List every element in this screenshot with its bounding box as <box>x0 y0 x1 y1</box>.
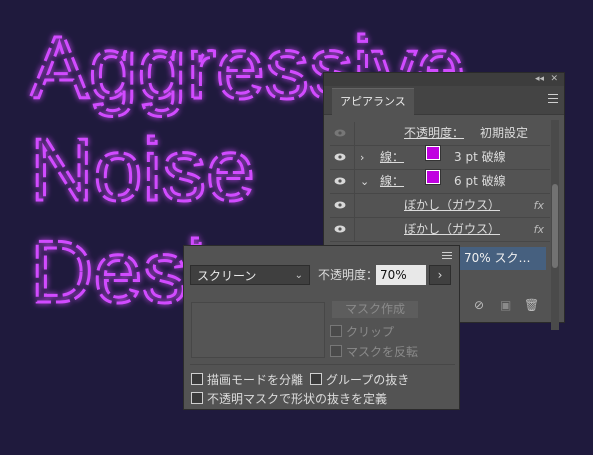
appearance-row-blur-1[interactable]: ぼかし（ガウス） fx <box>330 194 550 218</box>
stroke-color-swatch[interactable] <box>426 146 440 160</box>
delete-item-icon[interactable]: 🗑 <box>524 296 539 314</box>
visibility-eye-icon[interactable] <box>334 129 346 137</box>
divider <box>190 364 455 365</box>
close-icon[interactable]: ✕ <box>550 73 558 86</box>
row-value: 初期設定 <box>480 126 529 140</box>
panel-menu-icon[interactable] <box>548 94 558 106</box>
stroke-color-swatch[interactable] <box>426 170 440 184</box>
flyout-menu-icon[interactable] <box>442 252 452 261</box>
panel-tab-row: アピアランス <box>324 86 564 115</box>
row-label[interactable]: 線： <box>380 146 404 169</box>
artwork-line-3: Desi <box>30 222 206 321</box>
row-effect-label[interactable]: ぼかし（ガウス） <box>404 194 500 217</box>
make-mask-button[interactable]: マスク作成 <box>332 301 418 318</box>
blend-mode-select[interactable]: スクリーン ⌄ <box>190 265 310 285</box>
appearance-footer: ⊘ ▣ 🗑 <box>460 296 560 314</box>
expand-chevron-icon[interactable]: › <box>360 146 364 169</box>
appearance-row-stroke-6pt[interactable]: ⌄ 線： 6 pt 破線 <box>330 170 550 194</box>
appearance-row-blur-2[interactable]: ぼかし（ガウス） fx <box>330 218 550 242</box>
opacity-input[interactable]: 70% <box>376 265 426 285</box>
collapse-icon[interactable]: ◂◂ <box>535 73 544 86</box>
collapse-chevron-icon[interactable]: ⌄ <box>360 170 369 193</box>
panel-titlebar[interactable]: ◂◂ ✕ <box>324 73 564 86</box>
transparency-flyout: スクリーン ⌄ 不透明度： 70% › マスク作成 クリップ マスクを反転 描画… <box>183 245 460 410</box>
appearance-row-opacity-selected[interactable]: 70% スク… <box>460 247 546 270</box>
row-value[interactable]: 3 pt 破線 <box>454 146 506 169</box>
appearance-row-stroke-3pt[interactable]: › 線： 3 pt 破線 <box>330 146 550 170</box>
object-thumbnail <box>191 302 325 358</box>
row-label[interactable]: 不透明度： <box>404 122 464 145</box>
visibility-eye-icon[interactable] <box>334 201 346 209</box>
artwork-line-2: Noise <box>30 120 255 219</box>
fx-icon[interactable]: fx <box>534 218 544 241</box>
duplicate-item-icon[interactable]: ▣ <box>500 296 511 314</box>
tab-appearance[interactable]: アピアランス <box>332 88 414 115</box>
fx-icon[interactable]: fx <box>534 194 544 217</box>
visibility-eye-icon[interactable] <box>334 177 346 185</box>
chevron-down-icon: ⌄ <box>294 270 303 281</box>
row-effect-label[interactable]: ぼかし（ガウス） <box>404 218 500 241</box>
invert-mask-checkbox[interactable]: マスクを反転 <box>330 345 418 359</box>
opacity-mask-knockout-checkbox[interactable]: 不透明マスクで形状の抜きを定義 <box>191 392 387 406</box>
row-value[interactable]: 6 pt 破線 <box>454 170 506 193</box>
isolate-blending-checkbox[interactable]: 描画モードを分離 <box>191 373 303 387</box>
row-label[interactable]: 線： <box>380 170 404 193</box>
knockout-group-checkbox[interactable]: グループの抜き <box>310 373 409 387</box>
opacity-label: 不透明度： <box>318 268 379 282</box>
clear-appearance-icon[interactable]: ⊘ <box>474 296 484 314</box>
visibility-eye-icon[interactable] <box>334 153 346 161</box>
clip-checkbox[interactable]: クリップ <box>330 325 394 339</box>
visibility-eye-icon[interactable] <box>334 225 346 233</box>
blend-mode-value: スクリーン <box>197 269 257 283</box>
opacity-slider-button[interactable]: › <box>429 265 451 285</box>
appearance-row-opacity[interactable]: 不透明度： 初期設定 <box>330 122 550 146</box>
